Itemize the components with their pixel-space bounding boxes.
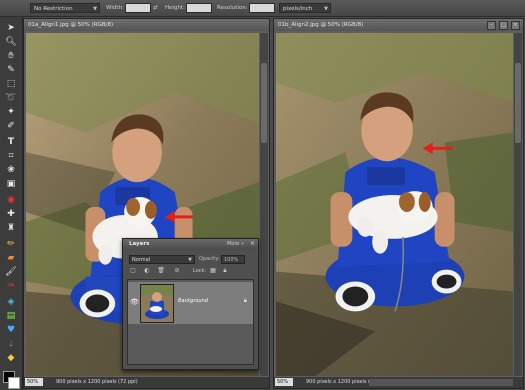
width-field[interactable] — [125, 3, 151, 13]
layers-list: 👁︎ Background 🔒︎ — [127, 279, 254, 365]
document-info: 900 pixels x 1200 pixels (72 ppi) — [56, 379, 138, 385]
type-icon[interactable]: T — [4, 135, 18, 148]
red-eye-icon[interactable]: ◉ — [4, 193, 18, 206]
lock-label: Lock: — [193, 268, 207, 274]
window-controls: – □ × — [487, 21, 520, 30]
pencil-icon[interactable]: ✏ — [4, 237, 18, 250]
background-color-swatch[interactable] — [8, 377, 20, 389]
sponge-icon[interactable]: ◆ — [4, 351, 18, 364]
layer-thumbnail-image — [141, 285, 173, 322]
hand-icon[interactable]: ✋︎ — [4, 49, 18, 62]
clone-stamp-icon[interactable]: ♜ — [4, 221, 18, 234]
toolbox: ➤ 🔍︎ ✋︎ ✎ ⬚ ➰ ✦ ✐ T ⌗ ❀ ▣ ◉ ✚ ♜ ✏ ▰ 🖌︎ ✑… — [0, 17, 23, 390]
opacity-label: Opacity: — [199, 256, 220, 262]
layer-name: Background — [178, 298, 208, 304]
resolution-unit-value: pixels/inch — [283, 6, 313, 12]
more-button[interactable]: More » — [227, 241, 244, 247]
status-bar: 50% 900 pixels x 1200 pixels (72 ppi) — [24, 377, 269, 388]
blend-row: Normal ▼ Opacity: 100% — [127, 255, 254, 265]
height-label: Height: — [165, 5, 186, 11]
eraser-icon[interactable]: ▰ — [4, 251, 18, 264]
visibility-eye-icon[interactable]: 👁︎ — [130, 298, 139, 306]
link-icon[interactable]: ⊘ — [173, 267, 181, 275]
new-layer-icon[interactable]: ▢ — [129, 267, 137, 275]
blur-icon[interactable]: 💧︎ — [4, 337, 18, 350]
swap-icon[interactable]: ⇄ — [153, 3, 158, 13]
resolution-label: Resolution: — [217, 5, 248, 11]
zoom-icon[interactable]: 🔍︎ — [4, 35, 18, 48]
adjustment-layer-icon[interactable]: ◐ — [143, 267, 151, 275]
marquee-icon[interactable]: ⬚ — [4, 77, 18, 90]
chevron-down-icon: ▼ — [93, 6, 97, 12]
minimize-icon[interactable]: – — [487, 21, 496, 30]
chevron-down-icon: ▼ — [188, 257, 192, 263]
scrollbar-thumb[interactable] — [261, 63, 267, 143]
blend-mode-select[interactable]: Normal ▼ — [129, 255, 195, 264]
resolution-field[interactable] — [249, 3, 275, 13]
close-icon[interactable]: × — [511, 21, 520, 30]
zoom-field[interactable]: 50% — [275, 378, 293, 386]
layer-row-background[interactable]: 👁︎ Background 🔒︎ — [128, 282, 253, 324]
gradient-icon[interactable]: ▤ — [4, 309, 18, 322]
zoom-field[interactable]: 50% — [25, 378, 43, 386]
eyedropper-icon[interactable]: ✎ — [4, 63, 18, 76]
lasso-icon[interactable]: ➰ — [4, 91, 18, 104]
lock-icon: 🔒︎ — [243, 297, 247, 304]
document-window-right: 01b_Align2.jpg @ 50% (RGB/8) – □ × 50% 9… — [273, 18, 524, 389]
layers-panel: Layers More » × Normal ▼ Opacity: 100% ▢… — [122, 238, 259, 370]
width-label: Width: — [106, 5, 124, 11]
cookie-cutter-icon[interactable]: ❀ — [4, 163, 18, 176]
layers-panel-title: Layers — [129, 241, 150, 247]
opacity-field[interactable]: 100% — [221, 255, 245, 264]
document-title-bar[interactable]: 01b_Align2.jpg @ 50% (RGB/8) – □ × — [274, 19, 523, 31]
status-bar: 50% 900 pixels x 1200 pixels (72 ppi) — [274, 377, 523, 388]
shape-icon[interactable]: ♥ — [4, 323, 18, 336]
layers-panel-title-bar[interactable]: Layers More » × — [123, 239, 258, 250]
layer-thumbnail — [140, 284, 174, 323]
smart-brush-icon[interactable]: ✑ — [4, 279, 18, 292]
lock-transparent-icon[interactable]: ▦ — [209, 267, 217, 275]
move-icon[interactable]: ➤ — [4, 21, 18, 34]
opacity-value: 100% — [224, 257, 239, 263]
options-bar: No Restriction ▼ Width: ⇄ Height: Resolu… — [0, 0, 525, 17]
aspect-ratio-value: No Restriction — [34, 6, 73, 12]
paint-bucket-icon[interactable]: ◈ — [4, 295, 18, 308]
maximize-icon[interactable]: □ — [499, 21, 508, 30]
brush-icon[interactable]: 🖌︎ — [4, 265, 18, 278]
scrollbar-thumb[interactable] — [515, 63, 521, 143]
document-title: 01b_Align2.jpg @ 50% (RGB/8) — [278, 22, 364, 28]
image-canvas[interactable] — [276, 33, 513, 376]
vertical-scrollbar[interactable] — [514, 33, 522, 376]
aspect-ratio-select[interactable]: No Restriction ▼ — [30, 3, 100, 13]
chevron-down-icon: ▼ — [324, 6, 328, 12]
trash-icon[interactable]: 🗑︎ — [157, 267, 165, 275]
crop-icon[interactable]: ⌗ — [4, 149, 18, 162]
document-title-bar[interactable]: 01a_Align1.jpg @ 50% (RGB/8) — [24, 19, 269, 31]
straighten-icon[interactable]: ▣ — [4, 177, 18, 190]
close-icon[interactable]: × — [250, 240, 255, 247]
selection-brush-icon[interactable]: ✐ — [4, 119, 18, 132]
lock-all-icon[interactable]: 🔒︎ — [221, 267, 229, 275]
horizontal-scrollbar[interactable] — [369, 379, 513, 386]
vertical-scrollbar[interactable] — [260, 33, 268, 376]
height-field[interactable] — [186, 3, 212, 13]
photo-boy-with-dog — [276, 33, 513, 376]
resolution-unit-select[interactable]: pixels/inch ▼ — [279, 3, 331, 13]
healing-brush-icon[interactable]: ✚ — [4, 207, 18, 220]
magic-wand-icon[interactable]: ✦ — [4, 105, 18, 118]
blend-mode-value: Normal — [132, 257, 151, 263]
document-title: 01a_Align1.jpg @ 50% (RGB/8) — [28, 22, 114, 28]
layer-options-row: ▢ ◐ 🗑︎ ⊘ Lock: ▦ 🔒︎ — [127, 267, 254, 277]
